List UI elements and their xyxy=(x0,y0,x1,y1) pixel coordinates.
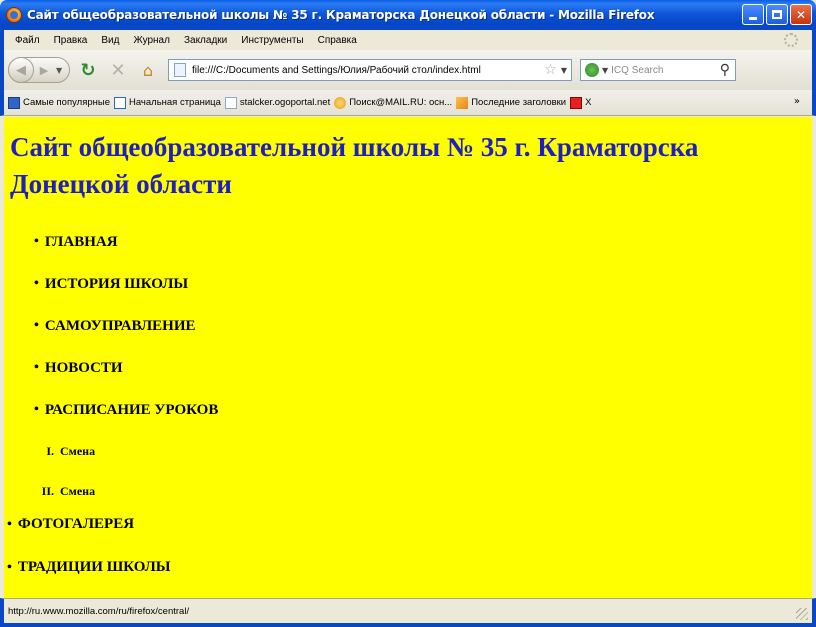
nav-item-self-government[interactable]: • САМОУПРАВЛЕНИЕ xyxy=(34,305,218,347)
bullet-icon: • xyxy=(34,318,39,333)
forward-button[interactable]: ▶ xyxy=(34,64,54,77)
url-dropdown-icon[interactable]: ▼ xyxy=(561,66,567,75)
bookmark-label: Начальная страница xyxy=(128,97,221,108)
window-controls: ✕ xyxy=(742,4,812,25)
bullet-icon: • xyxy=(34,234,39,249)
reload-icon[interactable]: ↻ xyxy=(76,58,100,82)
bookmark-latest-headlines[interactable]: Последние заголовки xyxy=(456,96,567,109)
title-bar: Сайт общеобразовательной школы № 35 г. К… xyxy=(0,0,816,30)
shift-label: Смена xyxy=(60,443,96,458)
search-input[interactable]: ICQ Search xyxy=(611,65,720,76)
forward-arrow-icon: ▶ xyxy=(39,63,49,77)
bookmark-red-icon xyxy=(570,96,583,109)
page-content: Сайт общеобразовательной школы № 35 г. К… xyxy=(4,117,812,598)
bullet-icon: • xyxy=(34,402,39,417)
shift-number: II. xyxy=(41,483,54,498)
maximize-icon xyxy=(772,10,782,19)
secondary-nav-list: • ФОТОГАЛЕРЕЯ • ТРАДИЦИИ ШКОЛЫ xyxy=(7,503,171,589)
bookmark-stalcker[interactable]: stalcker.ogoportal.net xyxy=(224,96,331,109)
shift-label: Смена xyxy=(60,483,96,498)
navigation-toolbar: ◀ ▶ ▼ ↻ ✕ ⌂ file:///C:/Documents and Set… xyxy=(0,50,816,90)
minimize-button[interactable] xyxy=(742,4,764,25)
close-button[interactable]: ✕ xyxy=(790,4,812,25)
menu-bookmarks[interactable]: Закладки xyxy=(177,35,234,46)
bookmark-page-icon xyxy=(224,96,237,109)
home-icon[interactable]: ⌂ xyxy=(136,58,160,82)
bookmark-label: Самые популярные xyxy=(23,97,110,108)
nav-label: ТРАДИЦИИ ШКОЛЫ xyxy=(17,559,171,575)
nav-label: ФОТОГАЛЕРЕЯ xyxy=(17,516,135,532)
menu-edit[interactable]: Правка xyxy=(47,35,95,46)
engine-dropdown-icon[interactable]: ▼ xyxy=(602,66,608,75)
bookmark-label: Поиск@MAIL.RU: осн... xyxy=(349,97,453,108)
bullet-icon: • xyxy=(34,360,39,375)
bullet-icon: • xyxy=(7,559,12,575)
history-dropdown-icon[interactable]: ▼ xyxy=(56,66,62,75)
bullet-icon: • xyxy=(34,276,39,291)
throbber-icon xyxy=(784,33,798,47)
address-bar[interactable]: file:///C:/Documents and Settings/Юлия/Р… xyxy=(168,59,572,81)
back-arrow-icon: ◀ xyxy=(16,62,26,78)
menu-file[interactable]: Файл xyxy=(8,35,47,46)
bookmark-search-icon xyxy=(334,96,347,109)
bookmark-home-page[interactable]: Начальная страница xyxy=(113,96,221,109)
resize-grip-icon[interactable] xyxy=(796,608,808,620)
menu-tools[interactable]: Инструменты xyxy=(234,35,310,46)
status-bar: http://ru.www.mozilla.com/ru/firefox/cen… xyxy=(0,598,816,627)
nav-item-main[interactable]: • ГЛАВНАЯ xyxy=(34,221,218,263)
nav-item-history[interactable]: • ИСТОРИЯ ШКОЛЫ xyxy=(34,263,218,305)
main-nav-list: • ГЛАВНАЯ • ИСТОРИЯ ШКОЛЫ • САМОУПРАВЛЕНИЕ … xyxy=(34,221,218,431)
nav-item-traditions[interactable]: • ТРАДИЦИИ ШКОЛЫ xyxy=(7,546,171,589)
search-engine-icon[interactable] xyxy=(585,63,599,77)
menu-help[interactable]: Справка xyxy=(311,35,364,46)
nav-item-news[interactable]: • НОВОСТИ xyxy=(34,347,218,389)
bookmark-label: Последние заголовки xyxy=(471,97,567,108)
menu-view[interactable]: Вид xyxy=(94,35,126,46)
firefox-icon xyxy=(6,7,22,23)
stop-icon[interactable]: ✕ xyxy=(106,58,130,82)
shift-list: I. Смена II. Смена xyxy=(36,431,95,511)
page-heading: Сайт общеобразовательной школы № 35 г. К… xyxy=(10,132,699,199)
bullet-icon: • xyxy=(7,516,12,532)
back-forward-group: ◀ ▶ ▼ xyxy=(8,57,70,83)
nav-label: ГЛАВНАЯ xyxy=(44,233,118,250)
nav-label: НОВОСТИ xyxy=(44,359,123,376)
menu-history[interactable]: Журнал xyxy=(126,35,177,46)
minimize-icon xyxy=(749,17,757,20)
bookmarks-overflow-icon[interactable]: » xyxy=(794,96,800,107)
close-icon: ✕ xyxy=(795,7,807,22)
shift-number: I. xyxy=(46,443,54,458)
shift-item-1[interactable]: I. Смена xyxy=(36,431,95,471)
bookmark-star-icon[interactable]: ☆ xyxy=(544,62,557,78)
nav-label: РАСПИСАНИЕ УРОКОВ xyxy=(44,401,219,418)
status-text: http://ru.www.mozilla.com/ru/firefox/cen… xyxy=(8,605,190,617)
bookmark-most-visited[interactable]: Самые популярные xyxy=(8,96,110,109)
bookmark-label: stalcker.ogoportal.net xyxy=(239,97,331,108)
search-bar[interactable]: ▼ ICQ Search ⚲ xyxy=(580,59,736,81)
nav-item-gallery[interactable]: • ФОТОГАЛЕРЕЯ xyxy=(7,503,171,546)
bookmark-label: X xyxy=(585,97,592,108)
bookmark-folder-icon xyxy=(8,96,20,109)
bookmarks-toolbar: Самые популярные Начальная страница stal… xyxy=(0,90,816,116)
nav-label: САМОУПРАВЛЕНИЕ xyxy=(44,317,196,334)
page-icon xyxy=(174,63,186,77)
maximize-button[interactable] xyxy=(766,4,788,25)
window-title: Сайт общеобразовательной школы № 35 г. К… xyxy=(27,8,655,22)
nav-item-schedule[interactable]: • РАСПИСАНИЕ УРОКОВ xyxy=(34,389,218,431)
nav-label: ИСТОРИЯ ШКОЛЫ xyxy=(44,275,189,292)
search-icon[interactable]: ⚲ xyxy=(720,62,730,78)
bookmark-page-icon xyxy=(113,96,126,109)
back-button[interactable]: ◀ xyxy=(8,57,34,83)
rss-icon xyxy=(456,96,469,109)
url-text[interactable]: file:///C:/Documents and Settings/Юлия/Р… xyxy=(192,65,544,76)
menu-bar: Файл Правка Вид Журнал Закладки Инструме… xyxy=(0,30,816,50)
bookmark-mail-search[interactable]: Поиск@MAIL.RU: осн... xyxy=(334,96,453,109)
bookmark-x[interactable]: X xyxy=(570,96,592,109)
